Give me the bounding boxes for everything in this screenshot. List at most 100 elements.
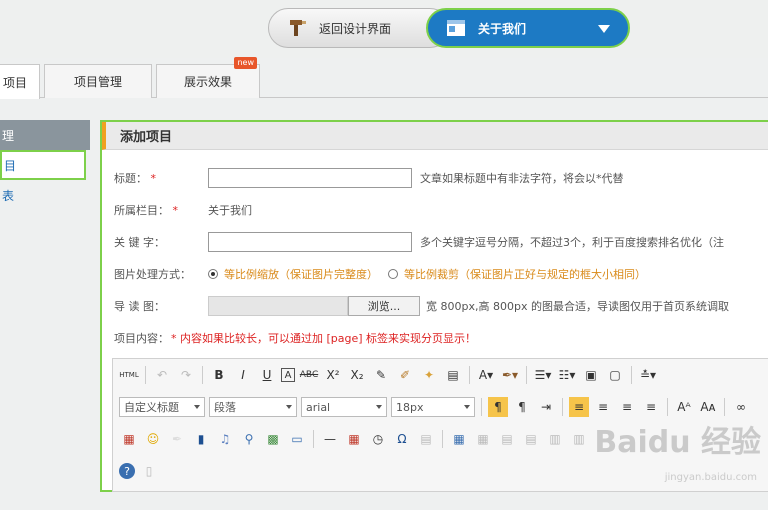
html-source-icon[interactable]: HTML (119, 365, 139, 385)
guide-image-row: 导 读 图： 浏览... 宽 800px,高 800px 的图最合适，导读图仅用… (114, 296, 729, 316)
page-selector-dropdown[interactable]: 关于我们 (426, 8, 630, 48)
time-icon[interactable]: ◷ (368, 429, 388, 449)
subscript-icon[interactable]: X₂ (347, 365, 367, 385)
content-row: 项目内容： * 内容如果比较长，可以通过加 [page] 标签来实现分页显示！ (114, 330, 476, 346)
clear-document-icon[interactable]: ▢ (605, 365, 625, 385)
toolbar-separator (667, 398, 668, 416)
guide-image-label: 导 读 图： (114, 300, 165, 313)
sidebar-item-add-project[interactable]: 目 (0, 150, 86, 180)
tab-project-management[interactable]: 项目管理 (44, 64, 152, 98)
sidebar: 理 目 表 (0, 120, 90, 210)
editor-toolbar-row-4: ? ▯ (119, 459, 163, 483)
auto-format-icon[interactable]: ✦ (419, 365, 439, 385)
sidebar-item-list[interactable]: 表 (0, 180, 90, 210)
top-bar: 返回设计界面 关于我们 (0, 0, 768, 58)
font-size-up-icon[interactable]: Aᴬ (674, 397, 694, 417)
paragraph-select[interactable]: 段落 (209, 397, 297, 417)
undo-icon[interactable]: ↶ (152, 365, 172, 385)
music-icon[interactable]: ♫ (215, 429, 235, 449)
toolbar-separator (469, 366, 470, 384)
delete-col-icon[interactable]: ▥ (569, 429, 589, 449)
ltr-direction-icon[interactable]: ¶ (488, 397, 508, 417)
radio-crop[interactable] (388, 269, 398, 279)
guide-image-file-field[interactable] (208, 296, 348, 316)
align-center-icon[interactable]: ≡ (593, 397, 613, 417)
unordered-list-icon[interactable]: ☷▾ (557, 365, 577, 385)
paragraph-select-value: 段落 (214, 401, 236, 414)
radio-scale[interactable] (208, 269, 218, 279)
insert-col-icon[interactable]: ▥ (545, 429, 565, 449)
delete-table-icon[interactable]: ▦ (473, 429, 493, 449)
column-label: 所属栏目： * (114, 202, 208, 218)
column-value: 关于我们 (208, 204, 252, 217)
ordered-list-icon[interactable]: ☰▾ (533, 365, 553, 385)
format-brush-icon[interactable]: ✐ (395, 365, 415, 385)
title-input[interactable] (208, 168, 412, 188)
column-label-text: 所属栏目： (114, 204, 169, 217)
editor-toolbar-row-1: HTML ↶ ↷ B I U A ABC X² X₂ ✎ ✐ ✦ ▤ A▾ ✒▾… (119, 363, 662, 387)
align-justify-icon[interactable]: ≡ (641, 397, 661, 417)
eraser-icon[interactable]: ✎ (371, 365, 391, 385)
redo-icon[interactable]: ↷ (176, 365, 196, 385)
date-icon[interactable]: ▦ (344, 429, 364, 449)
underline-icon[interactable]: U (257, 365, 277, 385)
font-size-select[interactable]: 18px (391, 397, 475, 417)
font-family-select-value: arial (306, 400, 331, 414)
tab-project[interactable]: 项目 (0, 64, 40, 99)
keyword-row: 关 键 字： 多个关键字逗号分隔，不超过3个，利于百度搜索排名优化（注 (114, 232, 724, 252)
align-left-icon[interactable]: ≡ (569, 397, 589, 417)
gmap-icon[interactable]: ▭ (287, 429, 307, 449)
chevron-down-icon (598, 25, 610, 33)
emoticon-icon[interactable]: ☺ (143, 429, 163, 449)
image-icon[interactable]: ▦ (119, 429, 139, 449)
bold-icon[interactable]: B (209, 365, 229, 385)
title-label: 标题： * (114, 170, 208, 186)
paste-plain-icon[interactable]: ▤ (443, 365, 463, 385)
delete-row-icon[interactable]: ▤ (521, 429, 541, 449)
video-icon[interactable]: ▮ (191, 429, 211, 449)
indent-icon[interactable]: ⇥ (536, 397, 556, 417)
horizontal-line-icon[interactable]: — (320, 429, 340, 449)
watermark-logo: Baidu 经验 (594, 425, 761, 460)
italic-icon[interactable]: I (233, 365, 253, 385)
map-icon[interactable]: ▩ (263, 429, 283, 449)
keyword-input[interactable] (208, 232, 412, 252)
preview-icon[interactable]: ▯ (139, 461, 159, 481)
font-size-down-icon[interactable]: Aᴀ (698, 397, 718, 417)
image-mode-label: 图片处理方式： (114, 268, 191, 281)
content-label: 项目内容： (114, 332, 169, 345)
align-right-icon[interactable]: ≡ (617, 397, 637, 417)
link-icon[interactable]: ∞ (731, 397, 751, 417)
toolbar-separator (724, 398, 725, 416)
attachment-icon[interactable]: ⚲ (239, 429, 259, 449)
paragraph-spacing-icon[interactable]: ≛▾ (638, 365, 658, 385)
page-selector-value: 关于我们 (478, 21, 527, 36)
font-border-icon[interactable]: A (281, 368, 295, 382)
tab-bar: 项目 项目管理 展示效果 new (0, 57, 768, 99)
highlight-color-icon[interactable]: ✒▾ (500, 365, 520, 385)
back-to-design-label: 返回设计界面 (319, 21, 392, 36)
select-all-icon[interactable]: ▣ (581, 365, 601, 385)
special-char-icon[interactable]: Ω (392, 429, 412, 449)
flash-icon[interactable]: ✒ (167, 429, 187, 449)
code-icon[interactable]: ▤ (416, 429, 436, 449)
back-icon (287, 17, 309, 39)
help-icon[interactable]: ? (119, 463, 135, 479)
tab-display-effect[interactable]: 展示效果 new (156, 57, 260, 98)
back-to-design-button[interactable]: 返回设计界面 (268, 8, 450, 48)
watermark-url: jingyan.baidu.com (664, 472, 757, 483)
superscript-icon[interactable]: X² (323, 365, 343, 385)
table-icon[interactable]: ▦ (449, 429, 469, 449)
font-family-select[interactable]: arial (301, 397, 387, 417)
browse-button[interactable]: 浏览... (348, 296, 420, 316)
insert-row-icon[interactable]: ▤ (497, 429, 517, 449)
rtl-direction-icon[interactable]: ¶ (512, 397, 532, 417)
tab-label: 项目管理 (73, 75, 122, 89)
strikethrough-icon[interactable]: ABC (299, 365, 319, 385)
font-color-icon[interactable]: A▾ (476, 365, 496, 385)
required-mark: * (172, 204, 179, 217)
toolbar-separator (481, 398, 482, 416)
sidebar-header: 理 (0, 120, 90, 150)
image-mode-option-crop: 等比例裁剪（保证图片正好与规定的框大小相同） (404, 268, 646, 281)
heading-select[interactable]: 自定义标题 (119, 397, 205, 417)
